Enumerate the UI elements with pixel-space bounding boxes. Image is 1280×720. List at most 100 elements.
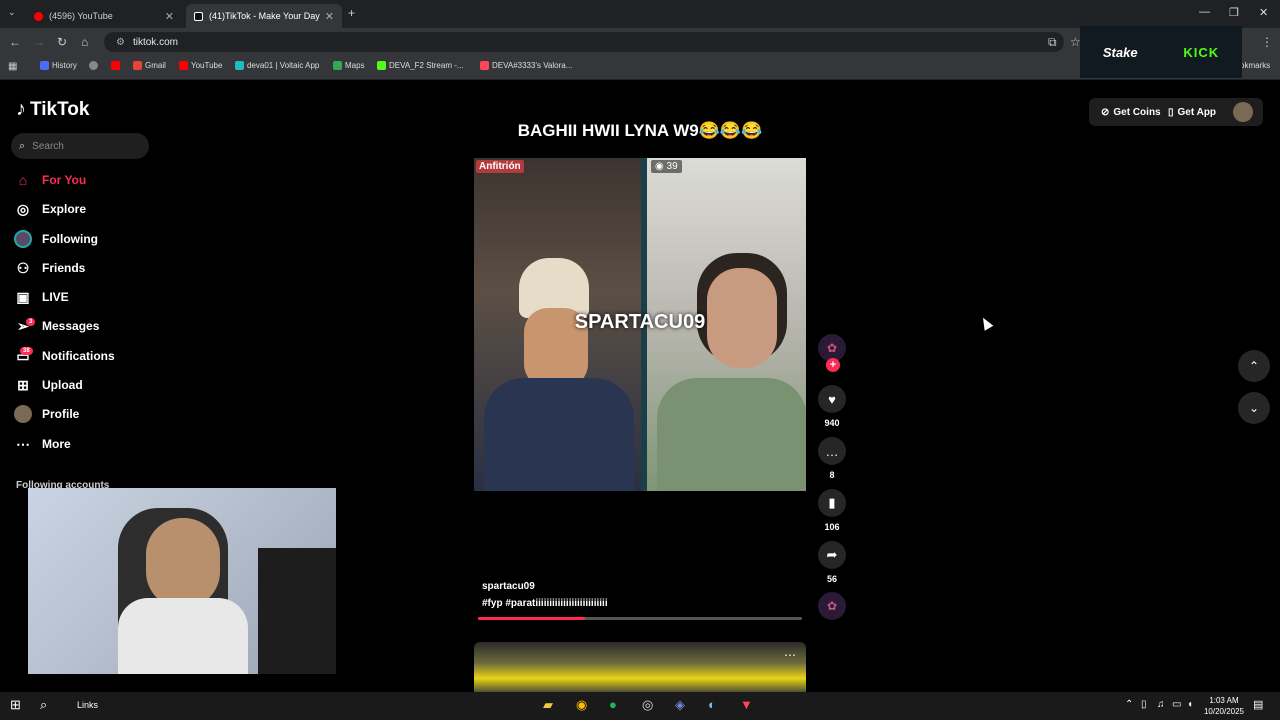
valorant-icon[interactable]: ▼: [740, 698, 753, 711]
guest-sweater: [657, 378, 806, 491]
nav-for-you[interactable]: ⌂ For You: [14, 171, 86, 189]
nav-profile[interactable]: Profile: [14, 405, 79, 423]
next-video-button[interactable]: ⌄: [1238, 392, 1270, 424]
steam-icon[interactable]: ◐: [708, 698, 716, 711]
bookmark-youtube-icon[interactable]: [111, 61, 120, 70]
chevron-up-icon: ⌃: [1248, 359, 1260, 373]
bookmark-label: deva01 | Voltaic App: [247, 61, 320, 70]
youtube-icon: [111, 61, 120, 70]
tab-search-icon[interactable]: ⌄: [8, 8, 16, 17]
video-author[interactable]: spartacu09: [482, 581, 535, 592]
bookmark-kick[interactable]: DEVA_F2 Stream -...: [377, 61, 464, 70]
search-icon[interactable]: ⌕: [40, 698, 47, 711]
nav-following[interactable]: Following: [14, 230, 98, 248]
bookmark-label: okmarks: [1240, 61, 1271, 70]
bookmark-valorant[interactable]: DEVA#3333's Valora...: [480, 61, 572, 70]
get-app-label: Get App: [1177, 106, 1217, 118]
tab-tiktok[interactable]: (41)TikTok - Make Your Day ✕: [186, 4, 342, 28]
clock-date: 10/20/2025: [1203, 707, 1245, 716]
bookmark-voltaic[interactable]: deva01 | Voltaic App: [235, 61, 319, 70]
video-title: BAGHII HWII LYNA W9😂😂😂: [517, 121, 763, 140]
bookmark-maps[interactable]: Maps: [333, 61, 365, 70]
tray-app-icon[interactable]: ▯: [1141, 700, 1147, 710]
nav-friends[interactable]: ⚇ Friends: [14, 259, 86, 277]
phone-icon: ▯: [1168, 106, 1174, 118]
back-icon[interactable]: ←: [9, 36, 21, 48]
nav-label: Friends: [42, 261, 86, 275]
nav-label: Messages: [42, 319, 100, 333]
new-tab-icon[interactable]: +: [348, 7, 355, 19]
home-icon: ⌂: [18, 172, 28, 188]
previous-video-button[interactable]: ⌃: [1238, 350, 1270, 382]
nav-more[interactable]: ⋯ More: [14, 435, 71, 453]
obs-icon[interactable]: ◎: [642, 698, 653, 711]
volume-icon[interactable]: ◖: [1187, 700, 1193, 710]
search-input[interactable]: ⌕ Search: [11, 133, 149, 159]
video-player[interactable]: Anfitrión ◉ 39 SPARTACU09: [474, 158, 806, 491]
bookmark-youtube[interactable]: YouTube: [179, 61, 222, 70]
nav-label: Notifications: [42, 349, 115, 363]
heart-icon: ♥: [818, 385, 846, 413]
next-video-preview[interactable]: ⋯: [474, 642, 806, 694]
viewer-count: ◉ 39: [651, 160, 682, 173]
get-coins-label: Get Coins: [1113, 106, 1161, 118]
avatar: [14, 230, 32, 248]
gmail-icon: [133, 61, 142, 70]
video-progress-bar[interactable]: [478, 617, 802, 620]
tray-chevron-icon[interactable]: ⌃: [1125, 700, 1133, 710]
nav-live[interactable]: ▣ LIVE: [14, 288, 69, 306]
install-app-icon[interactable]: ⧉: [1048, 36, 1057, 48]
stake-kick-ad[interactable]: Stake KICK: [1080, 26, 1242, 78]
notification-center-icon[interactable]: ▤: [1253, 700, 1263, 711]
nav-explore[interactable]: ◎ Explore: [14, 200, 86, 218]
apps-icon[interactable]: ▦: [8, 62, 17, 72]
share-button[interactable]: ➦ 56: [818, 541, 846, 584]
follow-button[interactable]: +: [826, 358, 840, 372]
menu-icon[interactable]: ⋮: [1261, 36, 1273, 48]
bookmark-history[interactable]: History: [40, 61, 77, 70]
bookmark-label: Maps: [345, 61, 365, 70]
nav-label: For You: [42, 173, 87, 187]
file-explorer-icon[interactable]: ▰: [543, 698, 553, 711]
bookmark-chrome[interactable]: [89, 61, 98, 70]
user-avatar[interactable]: [1233, 102, 1253, 122]
close-tab-icon[interactable]: ✕: [325, 10, 334, 23]
more-options-icon[interactable]: ⋯: [784, 648, 796, 662]
comment-button[interactable]: … 8: [818, 437, 846, 480]
get-coins-button[interactable]: ⊘ Get Coins: [1093, 98, 1169, 126]
network-icon[interactable]: ▭: [1172, 700, 1181, 710]
close-tab-icon[interactable]: ✕: [165, 10, 174, 23]
get-app-button[interactable]: ▯ Get App: [1160, 98, 1224, 126]
all-bookmarks[interactable]: okmarks: [1240, 61, 1270, 70]
taskbar-clock[interactable]: 1:03 AM 10/20/2025: [1200, 695, 1248, 717]
microphone-icon[interactable]: ♫: [1157, 700, 1165, 710]
tab-youtube[interactable]: (4596) YouTube ✕: [26, 4, 182, 28]
chrome-icon: [89, 61, 98, 70]
share-count: 56: [826, 574, 837, 584]
bookmark-gmail[interactable]: Gmail: [133, 61, 166, 70]
like-count: 940: [824, 418, 840, 428]
like-button[interactable]: ♥ 940: [818, 385, 846, 428]
windows-start-icon[interactable]: ⊞: [10, 698, 21, 711]
forward-icon[interactable]: →: [33, 36, 45, 48]
tiktok-logo[interactable]: ♪ TikTok: [16, 98, 89, 121]
close-window-icon[interactable]: ✕: [1259, 6, 1268, 19]
host-sweater: [484, 378, 634, 491]
chrome-icon[interactable]: ◉: [576, 698, 587, 711]
video-caption[interactable]: #fyp #paratiiiiiiiiiiiiiiiiiiiiiiiiii: [482, 598, 608, 609]
home-icon[interactable]: ⌂: [81, 36, 88, 48]
reload-icon[interactable]: ↻: [57, 36, 67, 48]
minimize-icon[interactable]: —: [1199, 6, 1210, 18]
bookmark-label: History: [52, 61, 77, 70]
discord-icon[interactable]: ◈: [675, 698, 685, 711]
links-toolbar[interactable]: Links: [77, 701, 98, 710]
spotify-icon[interactable]: ●: [609, 698, 617, 711]
nav-upload[interactable]: ⊞ Upload: [14, 376, 83, 394]
site-info-icon[interactable]: ⚙: [116, 37, 125, 48]
maximize-icon[interactable]: ❐: [1229, 6, 1239, 19]
streamer-facecam: [28, 488, 336, 674]
address-bar[interactable]: ⚙ tiktok.com: [104, 32, 1064, 52]
save-button[interactable]: ▮ 106: [818, 489, 846, 532]
sound-avatar[interactable]: ✿: [818, 592, 846, 620]
nav-label: LIVE: [42, 290, 69, 304]
